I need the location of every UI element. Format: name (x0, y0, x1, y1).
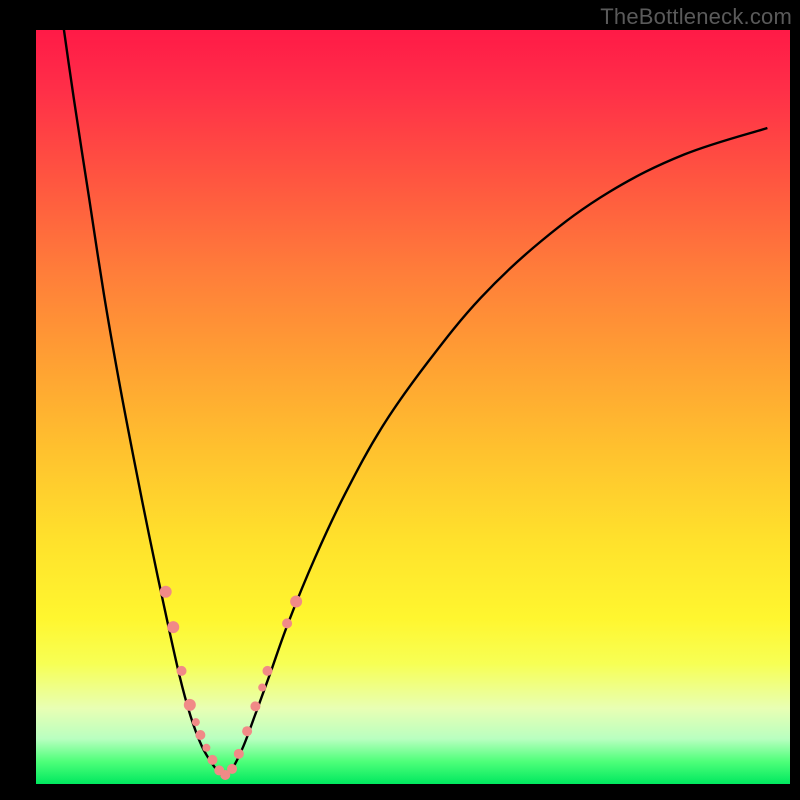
chart-svg (36, 30, 790, 784)
data-point (290, 596, 302, 608)
data-point (282, 618, 292, 628)
data-point (234, 749, 244, 759)
data-point (227, 764, 237, 774)
data-point (262, 666, 272, 676)
data-point (202, 744, 210, 752)
data-point (192, 718, 200, 726)
data-point (242, 726, 252, 736)
watermark-text: TheBottleneck.com (600, 4, 792, 30)
data-point (167, 621, 179, 633)
plot-area (36, 30, 790, 784)
data-point (177, 666, 187, 676)
data-point (258, 683, 266, 691)
data-point (184, 699, 196, 711)
curve-right-branch (223, 128, 767, 776)
data-point (250, 701, 260, 711)
data-point (160, 586, 172, 598)
data-point (207, 755, 217, 765)
chart-frame: TheBottleneck.com (0, 0, 800, 800)
curve-left-branch (59, 0, 223, 776)
data-point (195, 730, 205, 740)
